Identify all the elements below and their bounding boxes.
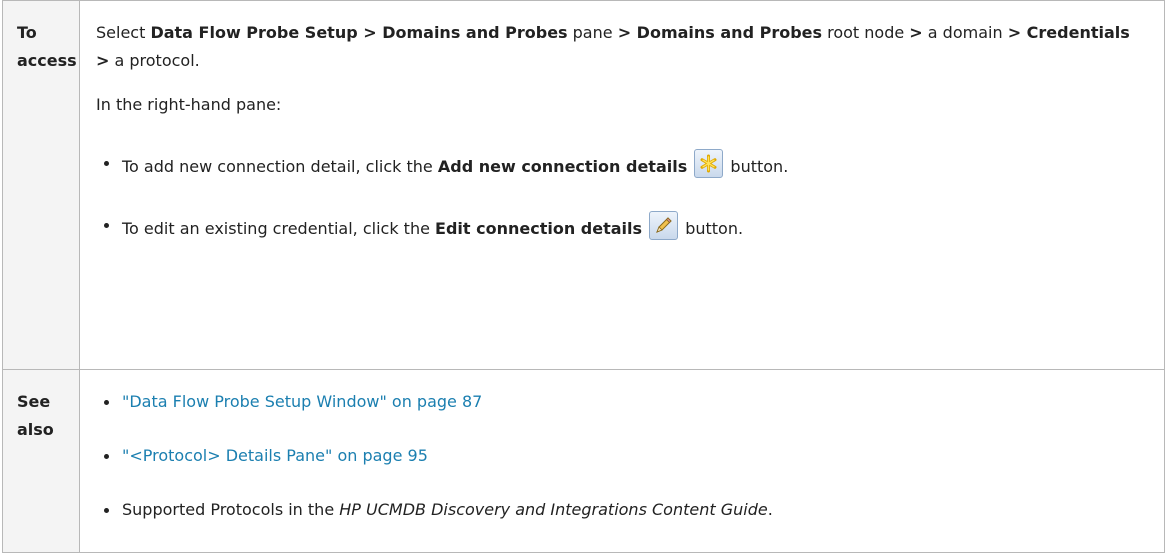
label-also: also: [17, 420, 54, 439]
see-also-row: See also "Data Flow Probe Setup Window" o…: [2, 369, 1165, 553]
nav-text: root node: [822, 23, 910, 42]
reference-table: To access Select Data Flow Probe Setup > …: [2, 0, 1165, 553]
item-text: To edit an existing credential, click th…: [122, 219, 436, 238]
link-data-flow-probe-setup-window[interactable]: "Data Flow Probe Setup Window" on page 8…: [122, 392, 482, 411]
pane-intro: In the right-hand pane:: [96, 95, 282, 114]
label-see: See: [17, 392, 51, 411]
list-item: Supported Protocols in the HP UCMDB Disc…: [96, 496, 1148, 524]
label-access: access: [17, 51, 77, 70]
see-also-list: "Data Flow Probe Setup Window" on page 8…: [96, 388, 1148, 524]
label-to: To: [17, 23, 37, 42]
list-item: To edit an existing credential, click th…: [96, 211, 1148, 243]
list-item: "Data Flow Probe Setup Window" on page 8…: [96, 388, 1148, 416]
to-access-row: To access Select Data Flow Probe Setup > …: [2, 0, 1165, 370]
link-protocol-details-pane[interactable]: "<Protocol> Details Pane" on page 95: [122, 446, 428, 465]
nav-text: Select: [96, 23, 151, 42]
list-item: To add new connection detail, click the …: [96, 149, 1148, 181]
item-text: button.: [725, 157, 789, 176]
see-also-label: See also: [2, 369, 80, 553]
to-access-label: To access: [2, 0, 80, 370]
add-star-icon: [694, 149, 724, 178]
action-list: To add new connection detail, click the …: [96, 149, 1148, 243]
to-access-content: Select Data Flow Probe Setup > Domains a…: [79, 0, 1165, 370]
see-also-content: "Data Flow Probe Setup Window" on page 8…: [79, 369, 1165, 553]
guide-title: HP UCMDB Discovery and Integrations Cont…: [339, 500, 768, 519]
item-text: button.: [680, 219, 744, 238]
nav-text: pane: [567, 23, 618, 42]
button-name: Edit connection details: [435, 219, 643, 238]
nav-path-bold: > Domains and Probes: [617, 23, 823, 42]
item-text: To add new connection detail, click the: [122, 157, 438, 176]
nav-text: a protocol.: [109, 51, 200, 70]
item-text: Supported Protocols in the: [122, 500, 340, 519]
nav-path-bold: Data Flow Probe Setup > Domains and Prob…: [150, 23, 568, 42]
nav-path-bold: >: [909, 23, 923, 42]
item-text: .: [767, 500, 773, 519]
pencil-icon: [649, 211, 679, 240]
nav-text: a domain: [922, 23, 1008, 42]
list-item: "<Protocol> Details Pane" on page 95: [96, 442, 1148, 470]
navigation-instructions: Select Data Flow Probe Setup > Domains a…: [96, 19, 1148, 75]
button-name: Add new connection details: [437, 157, 688, 176]
